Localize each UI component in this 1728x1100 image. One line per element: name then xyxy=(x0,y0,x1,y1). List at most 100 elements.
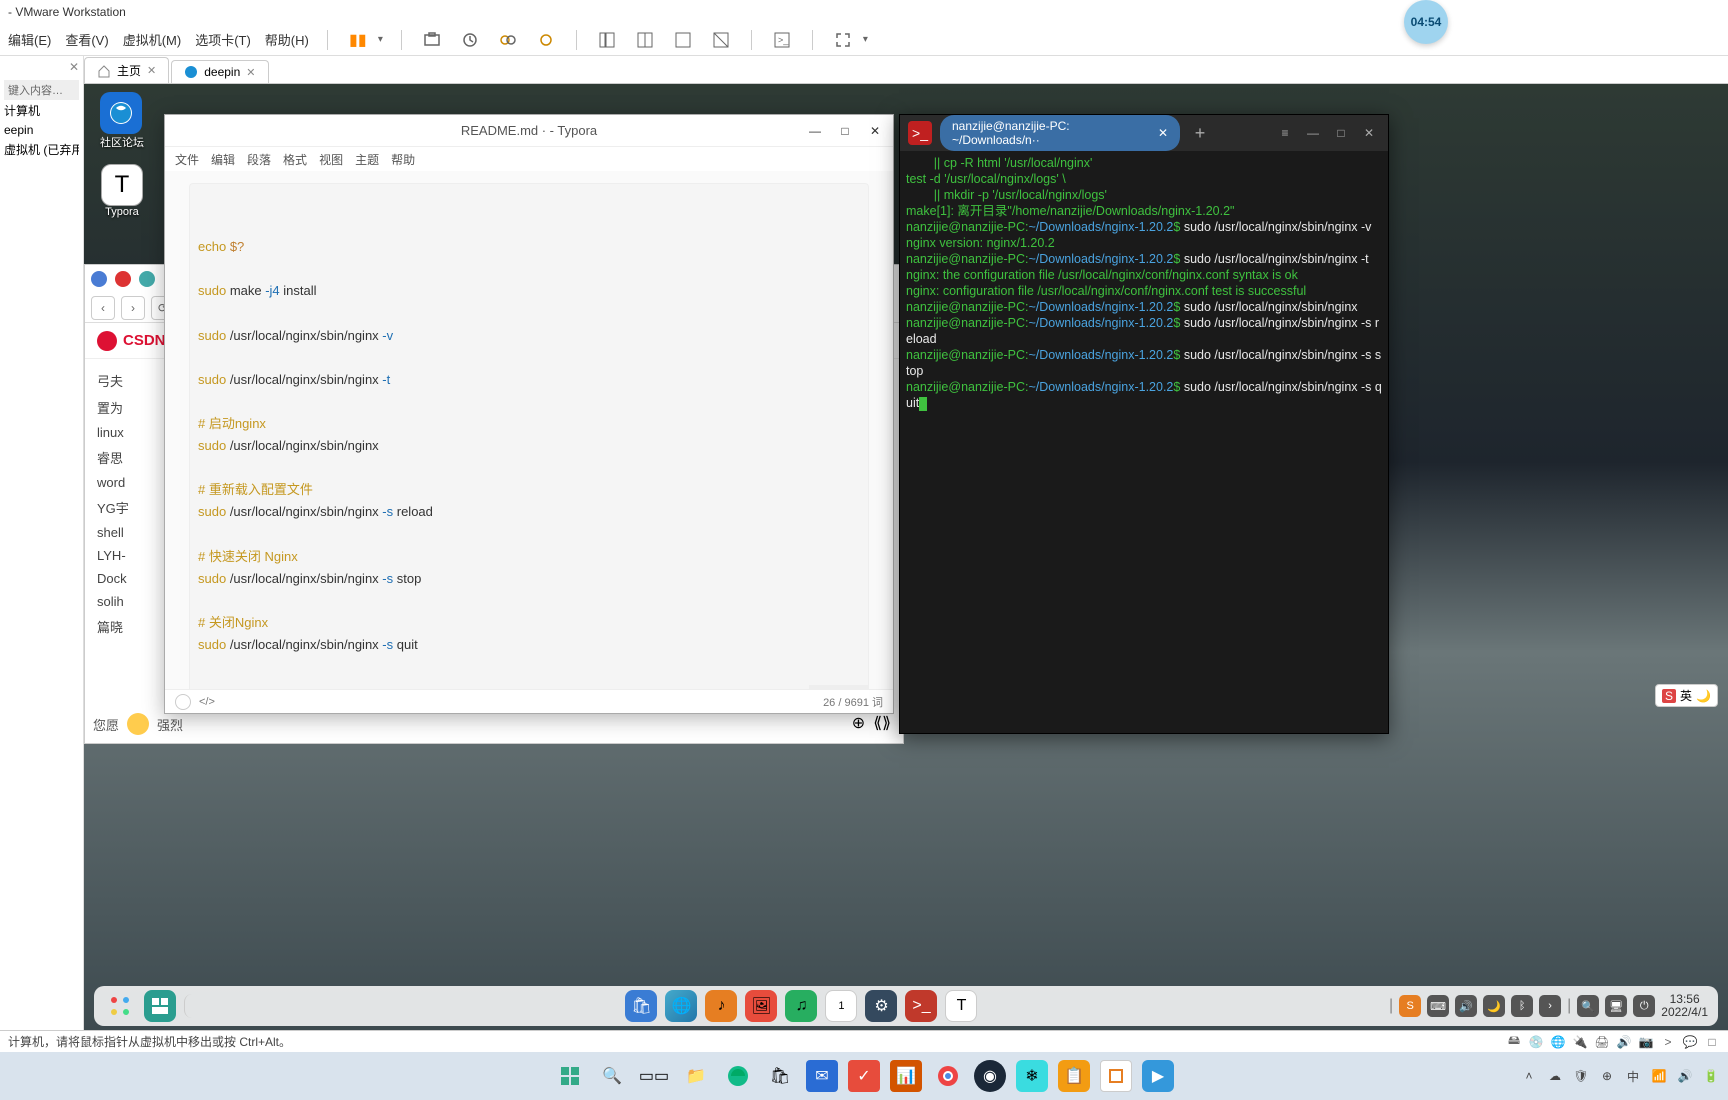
typora-editor[interactable]: echo $? sudo make -j4 install sudo /usr/… xyxy=(165,171,893,689)
fullscreen-dropdown-icon[interactable]: ▾ xyxy=(863,34,868,45)
battery-icon[interactable]: 🔋 xyxy=(1702,1067,1720,1085)
device-icon[interactable]: 🔊 xyxy=(1616,1034,1632,1050)
forward-button[interactable]: › xyxy=(121,296,145,320)
lang-icon[interactable]: ⊕ xyxy=(1598,1067,1616,1085)
search-icon[interactable]: 🔍 xyxy=(596,1060,628,1092)
multitask-icon[interactable] xyxy=(144,990,176,1022)
code-block[interactable]: echo $? sudo make -j4 install sudo /usr/… xyxy=(189,183,869,689)
todo-icon[interactable]: ✓ xyxy=(848,1060,880,1092)
onedrive-icon[interactable]: ☁ xyxy=(1546,1067,1564,1085)
office-icon[interactable]: 📊 xyxy=(890,1060,922,1092)
dnd-icon[interactable]: 🌙 xyxy=(1483,995,1505,1017)
menu-paragraph[interactable]: 段落 xyxy=(247,151,271,168)
sogou-tray-icon[interactable]: S xyxy=(1399,995,1421,1017)
menu-edit[interactable]: 编辑(E) xyxy=(8,30,51,49)
maximize-button[interactable]: □ xyxy=(831,119,859,143)
console-icon[interactable]: >_ xyxy=(770,28,794,52)
layout3-icon[interactable] xyxy=(671,28,695,52)
source-mode-icon[interactable]: </> xyxy=(199,696,215,708)
search-input[interactable] xyxy=(184,994,214,1018)
device-icon[interactable]: 🖴 xyxy=(1506,1034,1522,1050)
menu-format[interactable]: 格式 xyxy=(283,151,307,168)
vmware-icon[interactable] xyxy=(1100,1060,1132,1092)
menu-tabs[interactable]: 选项卡(T) xyxy=(195,30,251,49)
app-icon[interactable]: 📋 xyxy=(1058,1060,1090,1092)
launcher-icon[interactable] xyxy=(104,990,136,1022)
bluetooth-icon[interactable]: ᛒ xyxy=(1511,995,1533,1017)
start-icon[interactable] xyxy=(554,1060,586,1092)
close-button[interactable]: ✕ xyxy=(861,119,889,143)
pause-dropdown-icon[interactable]: ▾ xyxy=(378,34,383,45)
menu-file[interactable]: 文件 xyxy=(175,151,199,168)
gallery-icon[interactable]: 🖼 xyxy=(745,990,777,1022)
device-icon[interactable]: □ xyxy=(1704,1034,1720,1050)
snapshot2-icon[interactable] xyxy=(534,28,558,52)
menu-view[interactable]: 视图 xyxy=(319,151,343,168)
device-icon[interactable]: 📷 xyxy=(1638,1034,1654,1050)
outline-icon[interactable] xyxy=(175,694,191,710)
layout1-icon[interactable] xyxy=(595,28,619,52)
close-icon[interactable]: ✕ xyxy=(147,64,156,77)
app-icon[interactable]: ❄ xyxy=(1016,1060,1048,1092)
layout2-icon[interactable] xyxy=(633,28,657,52)
menu-vm[interactable]: 虚拟机(M) xyxy=(123,30,182,49)
new-tab-button[interactable]: + xyxy=(1188,121,1212,145)
action-button[interactable]: ⊕ xyxy=(852,713,865,733)
terminal-tab[interactable]: nanzijie@nanzijie-PC: ~/Downloads/n·· ✕ xyxy=(940,115,1180,151)
close-button[interactable]: ✕ xyxy=(1358,122,1380,144)
library-filter[interactable]: 键入内容… xyxy=(4,80,79,100)
taskview-icon[interactable]: ▭▭ xyxy=(638,1060,670,1092)
keyboard-icon[interactable]: ⌨ xyxy=(1427,995,1449,1017)
steam-icon[interactable]: ◉ xyxy=(974,1060,1006,1092)
tab-deepin[interactable]: deepin ✕ xyxy=(171,60,268,83)
typora-icon[interactable]: T xyxy=(101,164,143,206)
display-icon[interactable]: 🖥 xyxy=(1605,995,1627,1017)
csdn-logo[interactable]: CSDN xyxy=(123,332,166,349)
appstore-icon[interactable]: 🛍 xyxy=(625,990,657,1022)
ime-icon[interactable]: 中 xyxy=(1624,1067,1642,1085)
menu-icon[interactable]: ≡ xyxy=(1274,122,1296,144)
chrome-icon[interactable] xyxy=(932,1060,964,1092)
menu-help[interactable]: 帮助 xyxy=(391,151,415,168)
minimize-button[interactable]: — xyxy=(1302,122,1324,144)
store-icon[interactable]: 🛍 xyxy=(764,1060,796,1092)
terminal-body[interactable]: || cp -R html '/usr/local/nginx'test -d … xyxy=(900,151,1388,733)
typora-window[interactable]: README.md · - Typora — □ ✕ 文件 编辑 段落 格式 视… xyxy=(164,114,894,714)
menu-edit[interactable]: 编辑 xyxy=(211,151,235,168)
snapshot-icon[interactable] xyxy=(420,28,444,52)
library-item[interactable]: eepin xyxy=(4,121,79,139)
tab-icon[interactable] xyxy=(91,271,107,287)
clock-widget[interactable]: 04:54 xyxy=(1404,0,1448,44)
search-tray-icon[interactable]: 🔍 xyxy=(1577,995,1599,1017)
revert-icon[interactable] xyxy=(458,28,482,52)
guest-desktop[interactable]: 社区论坛 T Typora — □ ✕ xyxy=(84,84,1728,1030)
device-icon[interactable]: 🔌 xyxy=(1572,1034,1588,1050)
menu-view[interactable]: 查看(V) xyxy=(65,30,108,49)
menu-theme[interactable]: 主题 xyxy=(355,151,379,168)
explorer-icon[interactable]: 📁 xyxy=(680,1060,712,1092)
volume-icon[interactable]: 🔊 xyxy=(1455,995,1477,1017)
share-button[interactable]: ⟪⟫ xyxy=(873,713,891,733)
browser-icon[interactable]: 🌐 xyxy=(665,990,697,1022)
minimize-button[interactable]: — xyxy=(801,119,829,143)
panel-close-icon[interactable]: ✕ xyxy=(69,60,79,74)
next-icon[interactable]: › xyxy=(1539,995,1561,1017)
deepin-forum-icon[interactable] xyxy=(100,92,142,134)
device-icon[interactable]: 🖨 xyxy=(1594,1034,1610,1050)
maximize-button[interactable]: □ xyxy=(1330,122,1352,144)
menu-help[interactable]: 帮助(H) xyxy=(265,30,309,49)
chevron-up-icon[interactable]: ˄ xyxy=(1520,1067,1538,1085)
fullscreen-icon[interactable] xyxy=(831,28,855,52)
close-icon[interactable]: ✕ xyxy=(246,66,255,79)
tab-home[interactable]: 主页 ✕ xyxy=(84,57,169,83)
library-item[interactable]: 计算机 xyxy=(4,100,79,121)
calendar-icon[interactable]: 1 xyxy=(825,990,857,1022)
video-icon[interactable]: ▶ xyxy=(1142,1060,1174,1092)
library-item[interactable]: 虚拟机 (已弃用) xyxy=(4,139,79,160)
settings-icon[interactable]: ⚙ xyxy=(865,990,897,1022)
taskbar-clock[interactable]: 13:56 2022/4/1 xyxy=(1661,993,1708,1019)
terminal-window[interactable]: >_ nanzijie@nanzijie-PC: ~/Downloads/n··… xyxy=(899,114,1389,734)
windows-taskbar[interactable]: 🔍 ▭▭ 📁 🛍 ✉ ✓ 📊 ◉ ❄ 📋 ▶ ˄ ☁ 🛡 ⊕ 中 📶 🔊 🔋 xyxy=(0,1052,1728,1100)
mail-icon[interactable]: ✉ xyxy=(806,1060,838,1092)
device-icon[interactable]: 💿 xyxy=(1528,1034,1544,1050)
